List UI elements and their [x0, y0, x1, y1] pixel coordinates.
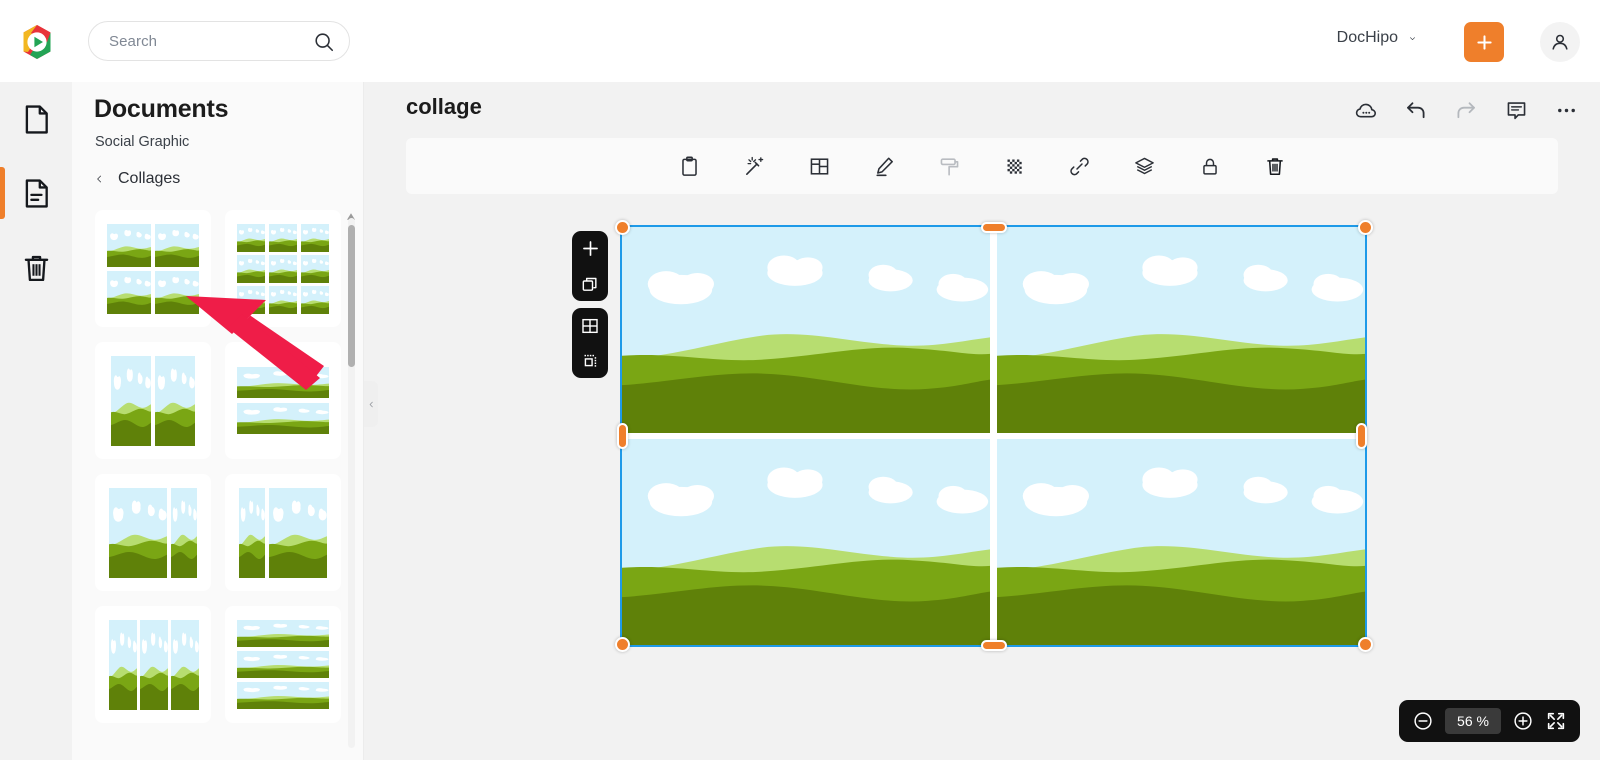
rail-item-blank-page[interactable] — [0, 82, 72, 156]
resize-handle-top-left[interactable] — [615, 220, 630, 235]
page-title: Documents — [94, 95, 229, 123]
crop-icon[interactable] — [572, 343, 608, 378]
template-collage-3row[interactable] — [225, 606, 341, 723]
thumbnail-preview — [237, 224, 329, 314]
sidebar-scrollbar-thumb[interactable] — [348, 225, 355, 367]
create-new-button[interactable] — [1464, 22, 1504, 62]
resize-handle-middle-right[interactable] — [1356, 423, 1367, 449]
resize-handle-bottom-right[interactable] — [1358, 637, 1373, 652]
chevron-left-icon — [95, 172, 104, 186]
template-collage-1x2-vertical[interactable] — [95, 342, 211, 459]
grid-layout-icon[interactable] — [572, 308, 608, 343]
zoom-level-value[interactable]: 56 % — [1445, 708, 1501, 734]
collage-cell-top-right[interactable] — [997, 227, 1365, 433]
documents-panel: Documents Social Graphic Collages — [72, 82, 364, 760]
left-icon-rail — [0, 82, 72, 760]
template-collage-2col-wide-left[interactable] — [95, 474, 211, 591]
rail-item-trash[interactable] — [0, 230, 72, 304]
resize-handle-middle-left[interactable] — [617, 423, 628, 449]
workspace-selector[interactable]: DocHipo — [1337, 29, 1418, 47]
zoom-in-icon[interactable] — [1512, 710, 1534, 732]
panel-collapse-handle[interactable] — [364, 381, 378, 427]
template-collage-3col[interactable] — [95, 606, 211, 723]
plus-icon — [1474, 32, 1495, 53]
account-button[interactable] — [1540, 22, 1580, 62]
top-header: Search DocHipo — [0, 0, 1600, 82]
workspace-label: DocHipo — [1336, 29, 1398, 46]
resize-handle-bottom-left[interactable] — [615, 637, 630, 652]
fullscreen-icon[interactable] — [1545, 710, 1567, 732]
breadcrumb-label: Collages — [118, 170, 181, 187]
rail-item-documents[interactable] — [0, 156, 72, 230]
editor-area: collage 56 % — [364, 82, 1600, 760]
chevron-down-icon — [1407, 35, 1418, 42]
resize-handle-top-center[interactable] — [981, 222, 1007, 233]
template-thumbnail-list — [72, 210, 364, 760]
zoom-control: 56 % — [1399, 700, 1580, 742]
landscape-image — [997, 227, 1365, 433]
thumbnail-preview — [237, 620, 329, 709]
thumbnail-preview — [109, 620, 199, 710]
thumbnail-preview — [239, 488, 327, 578]
thumbnail-preview — [109, 488, 197, 578]
template-collage-2x1-horizontal[interactable] — [225, 342, 341, 459]
search-placeholder: Search — [109, 32, 158, 50]
page-subtitle: Social Graphic — [95, 134, 190, 150]
user-avatar-icon — [1549, 31, 1571, 53]
add-panel — [572, 231, 608, 301]
search-input[interactable]: Search — [88, 21, 350, 61]
document-lines-icon — [20, 177, 53, 210]
thumbnail-preview — [237, 367, 329, 434]
add-icon[interactable] — [572, 231, 608, 266]
selected-collage-object[interactable] — [620, 225, 1367, 647]
resize-handle-top-right[interactable] — [1358, 220, 1373, 235]
breadcrumb[interactable]: Collages — [95, 170, 180, 188]
trash-icon — [20, 251, 53, 284]
collage-cell-top-left[interactable] — [622, 227, 990, 433]
canvas[interactable] — [364, 82, 1600, 760]
zoom-out-icon[interactable] — [1412, 710, 1434, 732]
template-collage-2x2[interactable] — [95, 210, 211, 327]
duplicate-icon[interactable] — [572, 266, 608, 301]
template-collage-3x3[interactable] — [225, 210, 341, 327]
landscape-image — [622, 227, 990, 433]
resize-handle-bottom-center[interactable] — [981, 640, 1007, 651]
collage-cell-bottom-right[interactable] — [997, 439, 1365, 645]
template-collage-2col-wide-right[interactable] — [225, 474, 341, 591]
collage-cell-bottom-left[interactable] — [622, 439, 990, 645]
search-icon[interactable] — [313, 31, 335, 53]
chevron-left-icon — [369, 401, 373, 407]
page-icon — [20, 103, 53, 136]
landscape-image — [622, 439, 990, 645]
landscape-image — [997, 439, 1365, 645]
dochipo-logo-icon[interactable] — [17, 22, 57, 62]
collage-panel — [572, 308, 608, 378]
thumbnail-preview — [111, 356, 195, 446]
thumbnail-preview — [107, 224, 199, 314]
